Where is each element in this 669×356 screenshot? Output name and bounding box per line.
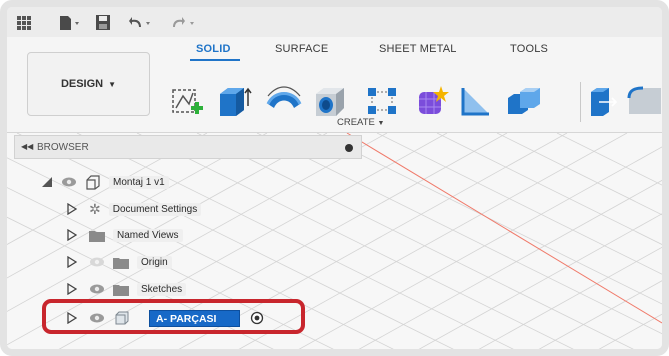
chevron-down-icon: ▼: [108, 79, 117, 89]
eye-icon[interactable]: [89, 283, 105, 295]
pin-icon[interactable]: [345, 144, 353, 152]
workspace-switcher[interactable]: DESIGN ▼: [27, 52, 150, 116]
app-window: SOLID SURFACE SHEET METAL TOOLS DESIGN ▼: [0, 0, 669, 356]
tab-sheet-metal[interactable]: SHEET METAL: [379, 43, 457, 55]
tree-row-named-views[interactable]: Named Views: [67, 226, 183, 244]
active-tab-indicator: [190, 59, 240, 61]
browser-panel-header: ◀◀ BROWSER: [14, 135, 362, 159]
fillet-icon[interactable]: [627, 84, 662, 123]
ribbon-separator: [580, 82, 581, 122]
press-pull-icon[interactable]: [587, 84, 623, 123]
tree-item-label: Sketches: [137, 282, 187, 296]
folder-icon: [113, 284, 129, 296]
tab-solid[interactable]: SOLID: [196, 43, 231, 55]
quick-access-toolbar: [7, 7, 662, 41]
combine-icon[interactable]: [504, 84, 544, 123]
create-group-dropdown[interactable]: CREATE ▼: [337, 117, 384, 128]
form-icon[interactable]: [411, 84, 451, 123]
tab-tools[interactable]: TOOLS: [510, 43, 548, 55]
annotation-highlight-box: [42, 299, 305, 334]
tab-surface[interactable]: SURFACE: [275, 43, 328, 55]
folder-icon: [113, 257, 129, 269]
grid-icon[interactable]: [17, 16, 31, 35]
tree-item-label: Origin: [137, 255, 172, 269]
expand-triangle-icon[interactable]: [67, 203, 77, 215]
tree-item-label: Named Views: [113, 228, 183, 242]
save-icon[interactable]: [96, 15, 110, 35]
undo-icon[interactable]: [129, 15, 157, 36]
create-group-label: CREATE: [337, 117, 375, 128]
chevron-down-icon: ▼: [377, 120, 385, 127]
tree-row-sketches[interactable]: Sketches: [67, 280, 187, 298]
collapse-panel-icon[interactable]: ◀◀: [21, 142, 33, 151]
rib-icon[interactable]: [455, 84, 495, 123]
tree-row-root[interactable]: Montaj 1 v1: [41, 173, 169, 191]
redo-icon[interactable]: [171, 15, 199, 36]
workspace-label: DESIGN: [60, 78, 104, 90]
tree-item-label: Document Settings: [108, 202, 202, 216]
file-icon[interactable]: [59, 15, 81, 36]
revolve-icon[interactable]: [264, 84, 304, 123]
new-sketch-icon[interactable]: [167, 84, 207, 123]
eye-hidden-icon[interactable]: [89, 256, 105, 268]
expand-triangle-icon[interactable]: [67, 283, 77, 295]
browser-title: BROWSER: [37, 142, 89, 153]
tree-row-document-settings[interactable]: ✲ Document Settings: [67, 200, 202, 218]
expand-triangle-icon[interactable]: [67, 256, 77, 268]
tree-row-origin[interactable]: Origin: [67, 253, 172, 271]
gear-icon: ✲: [89, 201, 101, 217]
tree-item-label: Montaj 1 v1: [109, 175, 169, 189]
expand-triangle-icon[interactable]: [67, 229, 77, 241]
expanded-triangle-icon[interactable]: [41, 176, 53, 188]
eye-icon[interactable]: [61, 176, 77, 188]
ribbon: SOLID SURFACE SHEET METAL TOOLS DESIGN ▼: [7, 37, 662, 133]
extrude-icon[interactable]: [214, 84, 254, 123]
assembly-icon: [86, 175, 100, 190]
folder-icon: [89, 230, 105, 242]
